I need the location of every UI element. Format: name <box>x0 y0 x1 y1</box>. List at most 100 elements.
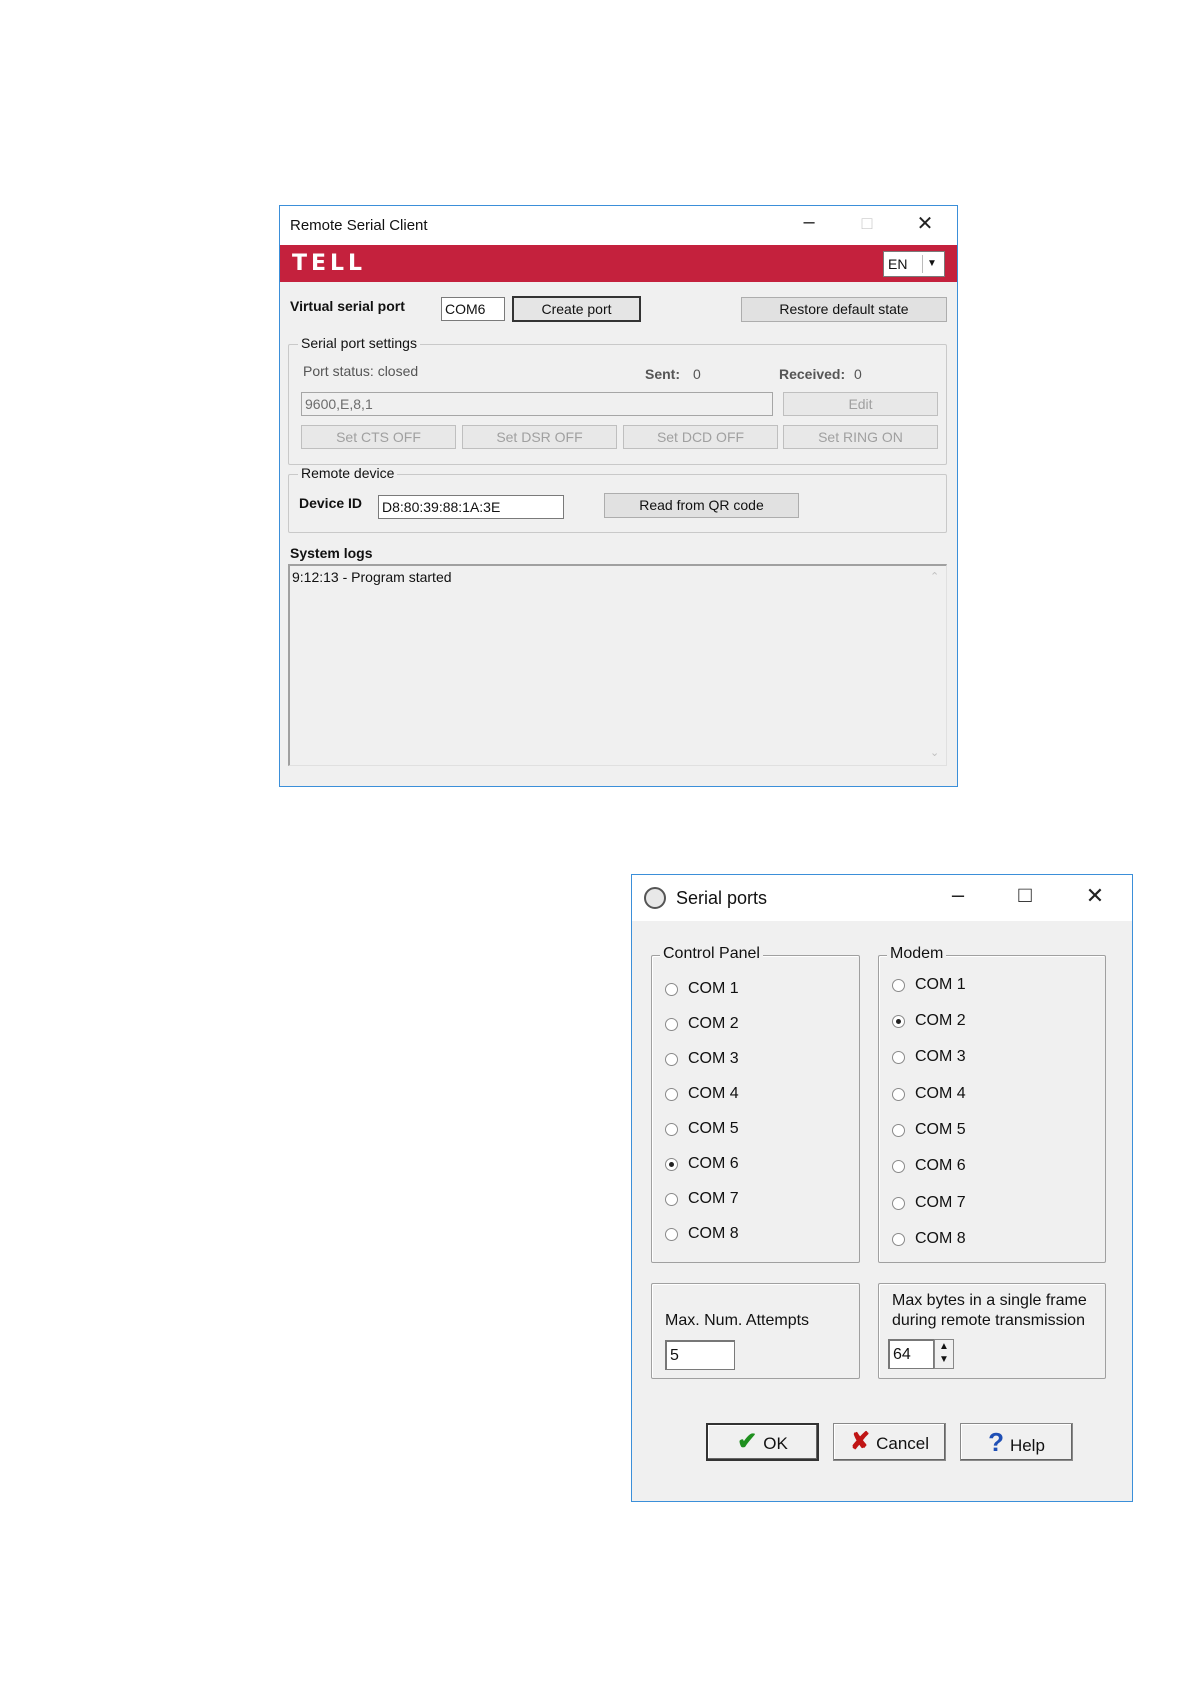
modem-radio-label: COM 5 <box>915 1121 966 1138</box>
language-select[interactable]: EN ▼ <box>883 251 945 277</box>
modem-radio-com4[interactable]: COM 4 <box>892 1085 966 1103</box>
minimize-icon[interactable]: – <box>789 212 829 232</box>
modem-radio-label: COM 7 <box>915 1194 966 1211</box>
modem-radio-com5[interactable]: COM 5 <box>892 1121 966 1139</box>
cp-radio-label: COM 7 <box>688 1190 739 1207</box>
log-scrollbar[interactable]: ⌃ ⌄ <box>926 566 946 765</box>
cp-radio-com7[interactable]: COM 7 <box>665 1190 739 1208</box>
received-value: 0 <box>854 366 862 382</box>
stepper-buttons[interactable]: ▲ ▼ <box>934 1339 954 1369</box>
cp-radio-label: COM 2 <box>688 1015 739 1032</box>
scroll-up-icon[interactable]: ⌃ <box>930 570 939 583</box>
minimize-icon[interactable]: – <box>938 884 978 906</box>
help-button[interactable]: ? Help <box>960 1423 1073 1461</box>
set-ring-button[interactable]: Set RING ON <box>783 425 938 449</box>
checkmark-icon: ✔ <box>737 1428 758 1455</box>
port-status: Port status: closed <box>303 363 419 379</box>
scroll-down-icon[interactable]: ⌄ <box>930 746 939 759</box>
system-logs-area[interactable]: 9:12:13 - Program started ⌃ ⌄ <box>288 564 947 766</box>
remote-device-group: Remote device Device ID D8:80:39:88:1A:3… <box>288 465 947 533</box>
maximize-icon[interactable]: □ <box>847 214 887 232</box>
close-icon[interactable]: ✕ <box>905 214 945 234</box>
radio-circle <box>892 1232 905 1246</box>
read-qr-button[interactable]: Read from QR code <box>604 493 799 518</box>
language-value: EN <box>888 256 908 272</box>
title-bar-2: Serial ports – □ ✕ <box>632 875 1132 921</box>
max-attempts-field[interactable]: 5 <box>665 1340 735 1370</box>
serial-settings-field: 9600,E,8,1 <box>301 392 773 416</box>
remote-serial-client-window: Remote Serial Client – □ ✕ TELL EN ▼ Vir… <box>279 205 958 787</box>
cp-radio-com2[interactable]: COM 2 <box>665 1015 739 1033</box>
cp-radio-com4[interactable]: COM 4 <box>665 1085 739 1103</box>
radio-circle <box>665 982 678 996</box>
modem-radio-label: COM 1 <box>915 976 966 993</box>
cp-radio-com3[interactable]: COM 3 <box>665 1050 739 1068</box>
control-panel-title: Control Panel <box>660 945 763 963</box>
radio-circle <box>892 1050 905 1064</box>
cp-radio-label: COM 1 <box>688 980 739 997</box>
radio-circle <box>665 1052 678 1066</box>
radio-circle <box>892 1159 905 1173</box>
radio-circle <box>892 1196 905 1210</box>
tell-logo: TELL <box>292 251 367 276</box>
modem-radio-label: COM 6 <box>915 1157 966 1174</box>
device-id-field[interactable]: D8:80:39:88:1A:3E <box>378 495 564 519</box>
cp-radio-label: COM 4 <box>688 1085 739 1102</box>
modem-radio-com1[interactable]: COM 1 <box>892 976 966 994</box>
radio-circle <box>892 978 905 992</box>
modem-radio-label: COM 8 <box>915 1230 966 1247</box>
modem-title: Modem <box>887 945 947 963</box>
set-dsr-button[interactable]: Set DSR OFF <box>462 425 617 449</box>
close-icon[interactable]: ✕ <box>1075 885 1115 907</box>
device-id-label: Device ID <box>299 495 363 511</box>
modem-group: Modem COM 1 COM 2 COM 3 COM 4 COM 5 COM … <box>878 945 1106 1263</box>
app-icon <box>644 887 666 909</box>
cp-radio-com5[interactable]: COM 5 <box>665 1120 739 1138</box>
cp-radio-com8[interactable]: COM 8 <box>665 1225 739 1243</box>
radio-circle-selected <box>665 1157 678 1171</box>
modem-radio-com3[interactable]: COM 3 <box>892 1048 966 1066</box>
arrow-down-icon[interactable]: ▼ <box>939 1354 949 1365</box>
edit-button[interactable]: Edit <box>783 392 938 416</box>
virtual-serial-port-label: Virtual serial port <box>290 298 405 314</box>
ok-button[interactable]: ✔ OK <box>706 1423 819 1461</box>
cp-radio-label: COM 8 <box>688 1225 739 1242</box>
restore-default-button[interactable]: Restore default state <box>741 297 947 322</box>
max-bytes-label-line1: Max bytes in a single frame <box>892 1292 1087 1309</box>
control-panel-group: Control Panel COM 1 COM 2 COM 3 COM 4 CO… <box>651 945 860 1263</box>
max-bytes-label-line2: during remote transmission <box>892 1312 1085 1329</box>
set-dcd-button[interactable]: Set DCD OFF <box>623 425 778 449</box>
modem-radio-com7[interactable]: COM 7 <box>892 1194 966 1212</box>
brand-banner: TELL EN ▼ <box>280 245 957 282</box>
cp-radio-label: COM 6 <box>688 1155 739 1172</box>
modem-radio-label: COM 2 <box>915 1012 966 1029</box>
create-port-button[interactable]: Create port <box>512 296 641 322</box>
remote-device-title: Remote device <box>298 465 398 481</box>
cancel-button[interactable]: ✘ Cancel <box>833 1423 946 1461</box>
cross-icon: ✘ <box>849 1428 871 1455</box>
max-bytes-group: Max bytes in a single frame during remot… <box>878 1283 1106 1379</box>
page: { "remote_client": { "title": "Remote Se… <box>0 0 1191 1684</box>
max-attempts-label: Max. Num. Attempts <box>665 1312 810 1329</box>
radio-circle <box>665 1227 678 1241</box>
serial-port-settings-group: Serial port settings Port status: closed… <box>288 335 947 465</box>
window-title: Remote Serial Client <box>290 217 428 234</box>
cp-radio-com1[interactable]: COM 1 <box>665 980 739 998</box>
sent-label: Sent: <box>645 366 680 382</box>
virtual-serial-port-field[interactable]: COM6 <box>441 297 505 321</box>
maximize-icon[interactable]: □ <box>1005 884 1045 906</box>
max-bytes-stepper[interactable]: 64 <box>888 1339 934 1369</box>
radio-circle <box>665 1192 678 1206</box>
set-cts-button[interactable]: Set CTS OFF <box>301 425 456 449</box>
ok-label: OK <box>763 1434 788 1453</box>
max-attempts-group: Max. Num. Attempts 5 <box>651 1283 860 1379</box>
modem-radio-com8[interactable]: COM 8 <box>892 1230 966 1248</box>
cp-radio-com6[interactable]: COM 6 <box>665 1155 739 1173</box>
modem-radio-com6[interactable]: COM 6 <box>892 1157 966 1175</box>
radio-circle <box>665 1122 678 1136</box>
arrow-up-icon[interactable]: ▲ <box>939 1341 949 1352</box>
modem-radio-com2[interactable]: COM 2 <box>892 1012 966 1030</box>
log-entry: 9:12:13 - Program started <box>292 569 452 585</box>
radio-circle <box>892 1087 905 1101</box>
serial-port-settings-title: Serial port settings <box>298 335 420 351</box>
